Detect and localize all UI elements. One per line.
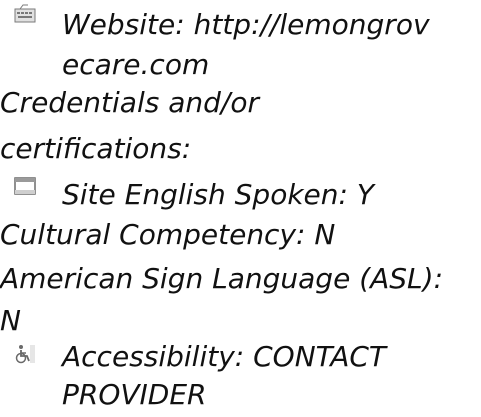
website-label-continuation: ecare.com (62, 48, 210, 81)
accessibility-label: Accessibility: CONTACT (62, 340, 386, 373)
cultural-competency-label: Cultural Competency: N (0, 218, 336, 251)
window-icon (14, 177, 36, 195)
wheelchair-icon (15, 345, 35, 364)
asl-value: N (0, 304, 21, 337)
accessibility-value: PROVIDER (62, 378, 207, 411)
asl-label: American Sign Language (ASL): (0, 262, 444, 295)
site-english-spoken-label: Site English Spoken: Y (62, 178, 374, 211)
certifications-label: certifications: (0, 132, 192, 165)
credentials-label: Credentials and/or (0, 86, 259, 119)
keyboard-icon (14, 4, 36, 23)
website-label: Website: http://lemongrov (62, 8, 430, 41)
